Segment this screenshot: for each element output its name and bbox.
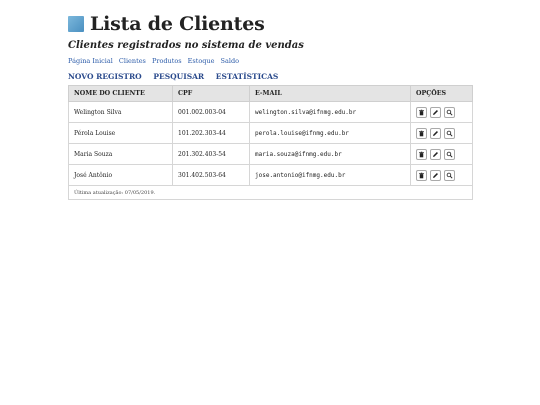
client-cpf: 101.202.303-44 (172, 122, 250, 144)
column-header-name: NOME DO CLIENTE (68, 85, 173, 102)
column-header-email: E-MAIL (249, 85, 411, 102)
table-row: Maria Souza 201.302.403-54 maria.souza@ifn… (68, 143, 473, 165)
trash-icon (418, 109, 425, 116)
column-header-options: OPÇÕES (410, 85, 473, 102)
client-email: welington.silva@ifnmg.edu.br (249, 101, 411, 123)
delete-button[interactable] (416, 169, 427, 181)
client-email: perola.louise@ifnmg.edu.br (249, 122, 411, 144)
logo-icon (68, 16, 84, 32)
table-row: Welington Silva 001.002.003-04 welington.s… (68, 101, 473, 123)
view-button[interactable] (444, 148, 455, 160)
search-icon (446, 130, 453, 137)
view-button[interactable] (444, 106, 455, 118)
client-name: José Antônio (68, 164, 173, 186)
search-icon (446, 109, 453, 116)
nav-link-balance[interactable]: Saldo (221, 57, 239, 65)
nav-link-clients[interactable]: Clientes (119, 57, 146, 65)
nav-link-home[interactable]: Página Inicial (68, 57, 113, 65)
table-row: José Antônio 301.402.503-64 jose.antonio@i… (68, 164, 473, 186)
table-footer-row: Última atualização: 07/05/2019. (68, 185, 473, 200)
client-cpf: 001.002.003-04 (172, 101, 250, 123)
page: Lista de Clientes Clientes registrados n… (0, 0, 540, 405)
page-header: Lista de Clientes (68, 13, 265, 35)
trash-icon (418, 151, 425, 158)
nav-link-products[interactable]: Produtos (152, 57, 182, 65)
client-cpf: 301.402.503-64 (172, 164, 250, 186)
client-name: Welington Silva (68, 101, 173, 123)
delete-button[interactable] (416, 148, 427, 160)
column-header-cpf: CPF (172, 85, 250, 102)
row-options (410, 101, 473, 123)
client-email: maria.souza@ifnmg.edu.br (249, 143, 411, 165)
pencil-icon (432, 109, 439, 116)
view-button[interactable] (444, 169, 455, 181)
search-link[interactable]: PESQUISAR (153, 72, 204, 81)
client-cpf: 201.302.403-54 (172, 143, 250, 165)
client-name: Pérola Louise (68, 122, 173, 144)
main-nav: Página Inicial Clientes Produtos Estoque… (68, 57, 243, 65)
row-options (410, 143, 473, 165)
delete-button[interactable] (416, 127, 427, 139)
row-options (410, 164, 473, 186)
statistics-link[interactable]: ESTATÍSTICAS (216, 72, 279, 81)
trash-icon (418, 172, 425, 179)
view-button[interactable] (444, 127, 455, 139)
edit-button[interactable] (430, 169, 441, 181)
edit-button[interactable] (430, 127, 441, 139)
page-subtitle: Clientes registrados no sistema de venda… (68, 40, 304, 51)
client-name: Maria Souza (68, 143, 173, 165)
client-email: jose.antonio@ifnmg.edu.br (249, 164, 411, 186)
search-icon (446, 151, 453, 158)
table-header-row: NOME DO CLIENTE CPF E-MAIL OPÇÕES (68, 85, 473, 102)
edit-button[interactable] (430, 106, 441, 118)
search-icon (446, 172, 453, 179)
table-row: Pérola Louise 101.202.303-44 perola.louise… (68, 122, 473, 144)
page-title: Lista de Clientes (90, 13, 265, 35)
clients-table: NOME DO CLIENTE CPF E-MAIL OPÇÕES Weling… (68, 85, 473, 200)
edit-button[interactable] (430, 148, 441, 160)
trash-icon (418, 130, 425, 137)
last-update-text: Última atualização: 07/05/2019. (68, 185, 473, 200)
pencil-icon (432, 172, 439, 179)
pencil-icon (432, 130, 439, 137)
delete-button[interactable] (416, 106, 427, 118)
action-links: NOVO REGISTRO PESQUISAR ESTATÍSTICAS (68, 72, 287, 81)
row-options (410, 122, 473, 144)
nav-link-stock[interactable]: Estoque (188, 57, 215, 65)
pencil-icon (432, 151, 439, 158)
new-record-link[interactable]: NOVO REGISTRO (68, 72, 142, 81)
